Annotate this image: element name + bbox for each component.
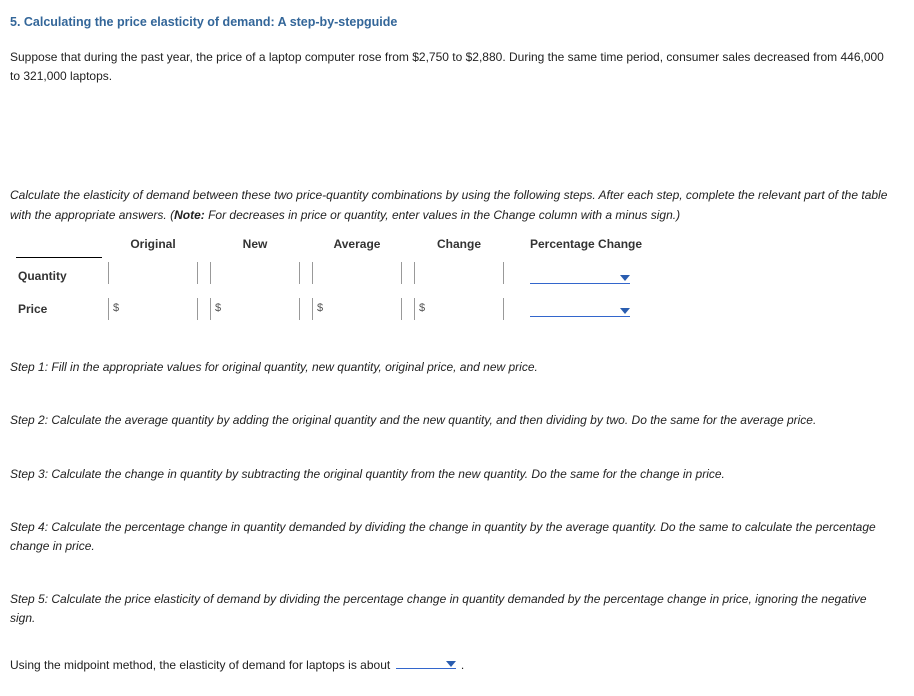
intro-paragraph: Suppose that during the past year, the p… (10, 48, 894, 86)
note-label: Note: (174, 208, 205, 222)
row-quantity-label: Quantity (16, 258, 102, 294)
instruction-text-post: For decreases in price or quantity, ente… (205, 208, 680, 222)
chevron-down-icon (446, 661, 456, 667)
quantity-new-input[interactable] (210, 262, 300, 284)
currency-prefix: $ (215, 300, 221, 318)
row-price-label: Price (16, 294, 102, 324)
quantity-original-input[interactable] (108, 262, 198, 284)
final-text-pre: Using the midpoint method, the elasticit… (10, 658, 394, 672)
chevron-down-icon (620, 308, 630, 314)
question-heading: 5. Calculating the price elasticity of d… (10, 12, 894, 32)
final-text-post: . (458, 658, 465, 672)
quantity-average-input[interactable] (312, 262, 402, 284)
step-2: Step 2: Calculate the average quantity b… (10, 411, 894, 430)
elasticity-table: Original New Average Change Percentage C… (10, 233, 894, 324)
col-pct-change: Percentage Change (510, 233, 650, 258)
instruction-paragraph: Calculate the elasticity of demand betwe… (10, 186, 894, 224)
quantity-pct-dropdown[interactable] (530, 269, 630, 284)
col-new: New (204, 233, 306, 258)
table-corner (16, 233, 102, 258)
price-original-input[interactable]: $ (108, 298, 198, 320)
step-4: Step 4: Calculate the percentage change … (10, 518, 894, 556)
price-change-input[interactable]: $ (414, 298, 504, 320)
currency-prefix: $ (419, 300, 425, 318)
quantity-change-input[interactable] (414, 262, 504, 284)
currency-prefix: $ (113, 300, 119, 318)
elasticity-answer-dropdown[interactable] (396, 656, 456, 669)
table-row: Quantity (16, 258, 650, 294)
step-3: Step 3: Calculate the change in quantity… (10, 465, 894, 484)
price-average-input[interactable]: $ (312, 298, 402, 320)
col-average: Average (306, 233, 408, 258)
price-new-input[interactable]: $ (210, 298, 300, 320)
currency-prefix: $ (317, 300, 323, 318)
col-original: Original (102, 233, 204, 258)
table-row: Price $ $ $ $ (16, 294, 650, 324)
chevron-down-icon (620, 275, 630, 281)
col-change: Change (408, 233, 510, 258)
price-pct-dropdown[interactable] (530, 302, 630, 317)
step-5: Step 5: Calculate the price elasticity o… (10, 590, 894, 628)
final-answer-line: Using the midpoint method, the elasticit… (10, 656, 894, 675)
step-1: Step 1: Fill in the appropriate values f… (10, 358, 894, 377)
